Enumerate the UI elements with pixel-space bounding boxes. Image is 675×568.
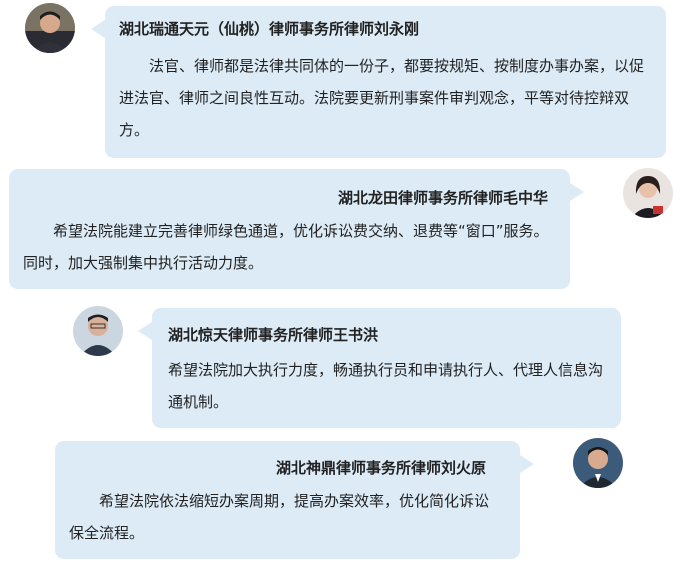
message-bubble-3: 湖北惊天律师事务所律师王书洪 希望法院加大执行力度，畅通执行员和申请执行人、代理… <box>138 308 621 428</box>
lawyer-name: 湖北瑞通天元（仙桃）律师事务所律师刘永刚 <box>119 20 420 38</box>
avatar-wang-shuhong <box>73 306 123 356</box>
lawyer-name: 湖北神鼎律师事务所律师刘火原 <box>275 459 486 477</box>
avatar-liu-yonggang <box>25 3 75 53</box>
lawyer-comment: 希望法院依法缩短办案周期，提高办案效率，优化简化诉讼保全流程。 <box>69 492 490 542</box>
avatar-mao-zhonghua <box>623 168 673 218</box>
lawyer-comment: 法官、律师都是法律共同体的一份子，都要按规矩、按制度办事办案，以促进法官、律师之… <box>119 57 645 139</box>
message-bubble-4: 湖北神鼎律师事务所律师刘火原 希望法院依法缩短办案周期，提高办案效率，优化简化诉… <box>55 441 534 559</box>
lawyer-comment: 希望法院加大执行力度，畅通执行员和申请执行人、代理人信息沟通机制。 <box>168 361 604 411</box>
avatar-liu-huoyuan <box>573 438 623 488</box>
message-bubble-1: 湖北瑞通天元（仙桃）律师事务所律师刘永刚 法官、律师都是法律共同体的一份子，都要… <box>91 6 666 158</box>
lawyer-name: 湖北惊天律师事务所律师王书洪 <box>168 326 379 344</box>
lawyer-comment: 希望法院能建立完善律师绿色通道，优化诉讼费交纳、退费等“窗口”服务。同时，加大强… <box>23 222 549 272</box>
message-bubble-2: 湖北龙田律师事务所律师毛中华 希望法院能建立完善律师绿色通道，优化诉讼费交纳、退… <box>9 169 584 289</box>
lawyer-name: 湖北龙田律师事务所律师毛中华 <box>337 189 548 207</box>
